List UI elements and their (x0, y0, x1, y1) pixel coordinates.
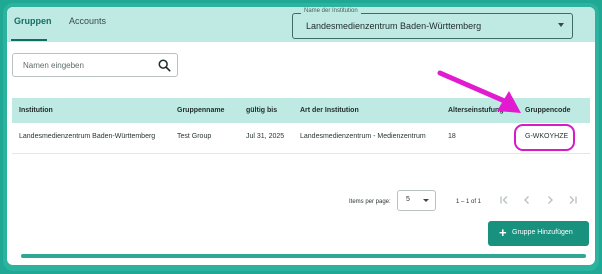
search-input[interactable]: Namen eingeben (12, 53, 178, 77)
tab-gruppen[interactable]: Gruppen (14, 16, 52, 26)
column-header-gruppenname[interactable]: Gruppenname (177, 107, 224, 114)
institution-select-label: Name der Institution (301, 8, 361, 14)
table-row[interactable]: Landesmedienzentrum Baden-Württemberg Te… (12, 123, 590, 154)
top-bar: Gruppen Accounts Name der Institution La… (7, 7, 595, 42)
chevron-down-icon (423, 199, 429, 202)
institution-select-value: Landesmedienzentrum Baden-Württemberg (306, 21, 482, 31)
search-icon[interactable] (158, 59, 171, 72)
column-header-art-der-institution[interactable]: Art der Institution (300, 107, 359, 114)
column-header-gueltig-bis[interactable]: gültig bis (246, 107, 277, 114)
column-header-institution[interactable]: Institution (19, 107, 53, 114)
add-group-button-label: Gruppe Hinzufügen (512, 229, 573, 236)
pagination-range: 1 – 1 of 1 (456, 199, 482, 205)
last-page-icon[interactable] (566, 193, 580, 207)
previous-page-icon[interactable] (520, 193, 534, 207)
highlight-circle (514, 124, 575, 151)
items-per-page-select[interactable]: 5 (397, 190, 436, 211)
add-group-button[interactable]: + Gruppe Hinzufügen (488, 221, 589, 246)
search-placeholder: Namen eingeben (23, 61, 84, 70)
main-panel: Gruppen Accounts Name der Institution La… (7, 7, 595, 265)
plus-icon: + (499, 225, 507, 240)
cell-gruppenname: Test Group (177, 133, 212, 140)
horizontal-scrollbar[interactable] (21, 254, 586, 258)
institution-select[interactable]: Name der Institution Landesmedienzentrum… (292, 8, 573, 39)
cell-art-der-institution: Landesmedienzentrum - Medienzentrum (300, 133, 426, 140)
next-page-icon[interactable] (543, 193, 557, 207)
cell-institution: Landesmedienzentrum Baden-Württemberg (19, 133, 156, 140)
highlight-arrow-icon (437, 70, 521, 113)
chevron-down-icon (558, 23, 564, 27)
first-page-icon[interactable] (497, 193, 511, 207)
tab-accounts[interactable]: Accounts (69, 16, 106, 26)
cell-alterseinstufung: 18 (448, 133, 456, 140)
items-per-page-label: Items per page: (349, 199, 391, 205)
cell-gueltig-bis: Jul 31, 2025 (246, 133, 285, 140)
active-tab-indicator (11, 39, 47, 41)
items-per-page-value: 5 (406, 196, 410, 203)
